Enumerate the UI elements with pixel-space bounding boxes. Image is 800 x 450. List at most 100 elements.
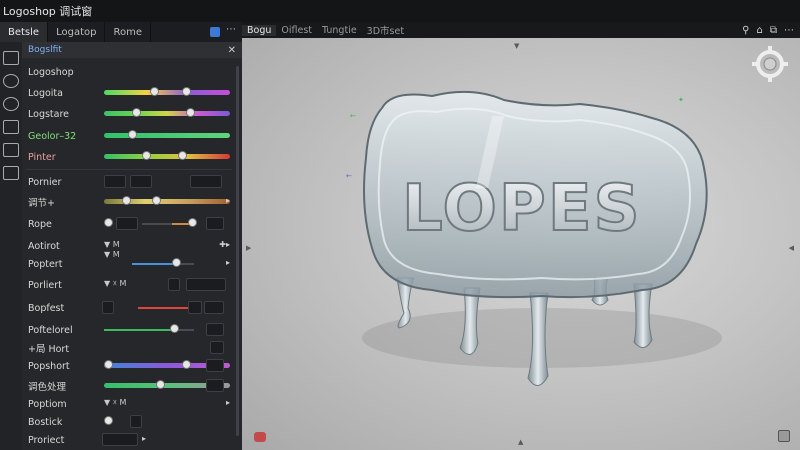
value-box[interactable] <box>188 301 202 314</box>
prop-label: Popshort <box>28 360 70 372</box>
prop-row: Poptert ▼ M ▸ <box>22 250 234 274</box>
panel-scrollbar[interactable] <box>236 66 239 436</box>
slider-knob[interactable] <box>142 151 151 160</box>
slider-knob[interactable] <box>182 87 191 96</box>
slider-knob[interactable] <box>170 324 179 333</box>
dropdown-icon[interactable]: ▼ ☓ M <box>104 398 126 407</box>
tab-rome[interactable]: Rome <box>105 22 151 42</box>
prop-label: Rope <box>28 218 52 230</box>
tab-3d[interactable]: 3D市set <box>362 23 409 37</box>
tab-bogu[interactable]: Bogu <box>242 24 277 36</box>
title-bar: Logoshop 调试窗 <box>0 0 800 22</box>
slider-knob[interactable] <box>182 360 191 369</box>
prop-row: Rope <box>22 214 234 234</box>
tab-betsle[interactable]: Betsle <box>0 22 49 42</box>
value-box[interactable] <box>102 301 114 314</box>
panel-title: Bogslfit <box>28 45 62 55</box>
panel-header: Bogslfit ✕ <box>22 42 242 58</box>
expand-icon[interactable]: ▸ <box>226 196 230 205</box>
value-box[interactable] <box>210 341 224 354</box>
marker-icon: ▲ <box>518 438 524 446</box>
value-box[interactable] <box>206 323 224 336</box>
slider-knob[interactable] <box>128 130 137 139</box>
slider-knob[interactable] <box>156 380 165 389</box>
prop-row: 调节+ ▸ <box>22 192 234 212</box>
select-tool-icon[interactable] <box>3 51 19 65</box>
brush-tool-icon[interactable] <box>3 97 19 111</box>
value-box[interactable] <box>204 301 224 314</box>
slider-knob[interactable] <box>172 258 181 267</box>
3d-viewport[interactable]: LOPES ← ← ✦ ▼ ▲ ▶ ◀ <box>242 38 800 450</box>
view-gizmo-icon[interactable] <box>750 44 790 84</box>
prop-row: Geolor–32 <box>22 126 234 146</box>
add-icon[interactable]: ✚▸ <box>219 240 230 249</box>
prop-label: Poptiom <box>28 398 67 410</box>
expand-icon[interactable]: ▸ <box>142 434 146 443</box>
slider-knob[interactable] <box>104 416 113 425</box>
prop-label: Pornier <box>28 176 62 188</box>
expand-icon[interactable]: ▸ <box>226 398 230 407</box>
prop-label: Logoshop <box>28 66 74 78</box>
gradient-slider[interactable] <box>104 133 230 138</box>
slider-knob[interactable] <box>122 196 131 205</box>
gradient-slider[interactable] <box>104 111 230 116</box>
slider-knob[interactable] <box>178 151 187 160</box>
prop-label: 调节+ <box>28 198 55 209</box>
prop-label: Geolor–32 <box>28 130 77 142</box>
stamp-tool-icon[interactable] <box>3 120 19 134</box>
prop-row: Popshort <box>22 356 234 376</box>
value-box[interactable] <box>186 278 226 291</box>
slider-fill <box>138 307 188 309</box>
value-box[interactable] <box>206 217 224 230</box>
prop-row: Aotirot ▼ M ✚▸ <box>22 236 234 256</box>
tab-logatop[interactable]: Logatop <box>48 22 106 42</box>
prop-label: Proriect <box>28 434 65 446</box>
slider-fill <box>132 263 176 265</box>
dropdown-icon[interactable]: ▼ M <box>104 240 120 249</box>
close-icon[interactable]: ✕ <box>228 45 236 56</box>
value-box[interactable] <box>190 175 222 188</box>
value-box[interactable] <box>104 175 126 188</box>
document-tool-icon[interactable] <box>3 143 19 157</box>
dropdown-icon[interactable]: ▼ ☓ M <box>104 279 126 288</box>
slider-knob[interactable] <box>104 218 113 227</box>
more-icon[interactable]: ⋯ <box>784 25 794 36</box>
panel-toggle-icon[interactable] <box>210 27 220 37</box>
lasso-tool-icon[interactable] <box>3 74 19 88</box>
svg-text:✦: ✦ <box>678 96 684 104</box>
tab-tungtie[interactable]: Tungtie <box>317 25 362 36</box>
value-box[interactable] <box>116 217 138 230</box>
prop-label: Poptert <box>28 258 63 270</box>
crop-tool-icon[interactable] <box>3 166 19 180</box>
value-box[interactable] <box>102 433 138 446</box>
slider-knob[interactable] <box>152 196 161 205</box>
home-icon[interactable]: ⌂ <box>757 25 763 36</box>
record-icon[interactable] <box>254 432 266 442</box>
dropdown-icon[interactable]: ▼ M <box>104 250 120 259</box>
prop-label: Bostick <box>28 416 63 428</box>
viewport-tabs: Bogu Oiflest Tungtie 3D市set ⚲ ⌂ ⧉ ⋯ <box>242 22 800 38</box>
value-box[interactable] <box>130 175 152 188</box>
divider <box>26 169 232 170</box>
slider-knob[interactable] <box>132 108 141 117</box>
more-icon[interactable]: ⋯ <box>226 24 236 35</box>
search-icon[interactable]: ⚲ <box>742 25 749 36</box>
gradient-slider[interactable] <box>104 90 230 95</box>
slider-knob[interactable] <box>150 87 159 96</box>
slider-knob[interactable] <box>186 108 195 117</box>
value-box[interactable] <box>206 379 224 392</box>
tab-oiflest[interactable]: Oiflest <box>276 25 317 36</box>
corner-icon[interactable] <box>778 430 790 442</box>
gradient-slider[interactable] <box>104 154 230 159</box>
value-box[interactable] <box>130 415 142 428</box>
prop-label: Aotirot <box>28 240 60 252</box>
slider-knob[interactable] <box>104 360 113 369</box>
share-icon[interactable]: ⧉ <box>770 25 777 36</box>
prop-row: Poptiom ▼ ☓ M ▸ <box>22 394 234 414</box>
prop-row: Poftelorel <box>22 320 234 340</box>
slider-knob[interactable] <box>188 218 197 227</box>
value-box[interactable] <box>168 278 180 291</box>
slider-fill <box>104 329 174 331</box>
expand-icon[interactable]: ▸ <box>226 258 230 267</box>
value-box[interactable] <box>206 359 224 372</box>
